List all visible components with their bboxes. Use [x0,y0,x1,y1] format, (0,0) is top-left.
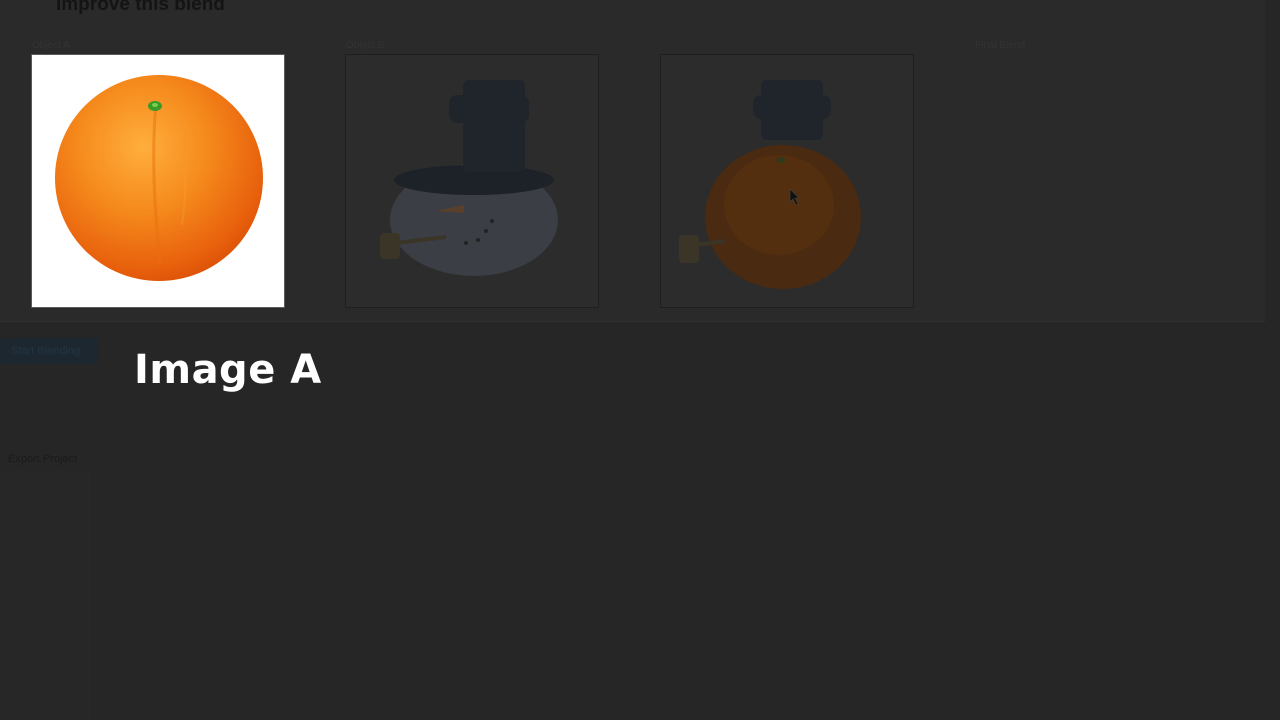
mouse-cursor-icon [789,188,800,206]
blend-result-image[interactable] [660,54,914,308]
object-a-label: Object A [32,40,70,51]
orange-image [55,75,263,281]
object-b-label: Object B [346,40,385,51]
blend-app: Improve this blend Object A Object B Fin… [0,0,1280,720]
object-b-image[interactable] [345,54,599,308]
image-caption: Image A [134,347,322,393]
panel-title: Improve this blend [56,0,225,15]
orange-snowman-blend-image [679,80,861,289]
object-a-image[interactable] [31,54,285,308]
start-blending-button[interactable]: Start Blending [0,338,98,364]
snowman-image [380,80,558,276]
export-project-link[interactable]: Export Project [8,453,77,465]
blend-panel: Improve this blend Object A Object B Fin… [0,0,1265,322]
sidebar-panel [0,470,90,720]
final-blend-label: Final Blend [975,40,1026,51]
